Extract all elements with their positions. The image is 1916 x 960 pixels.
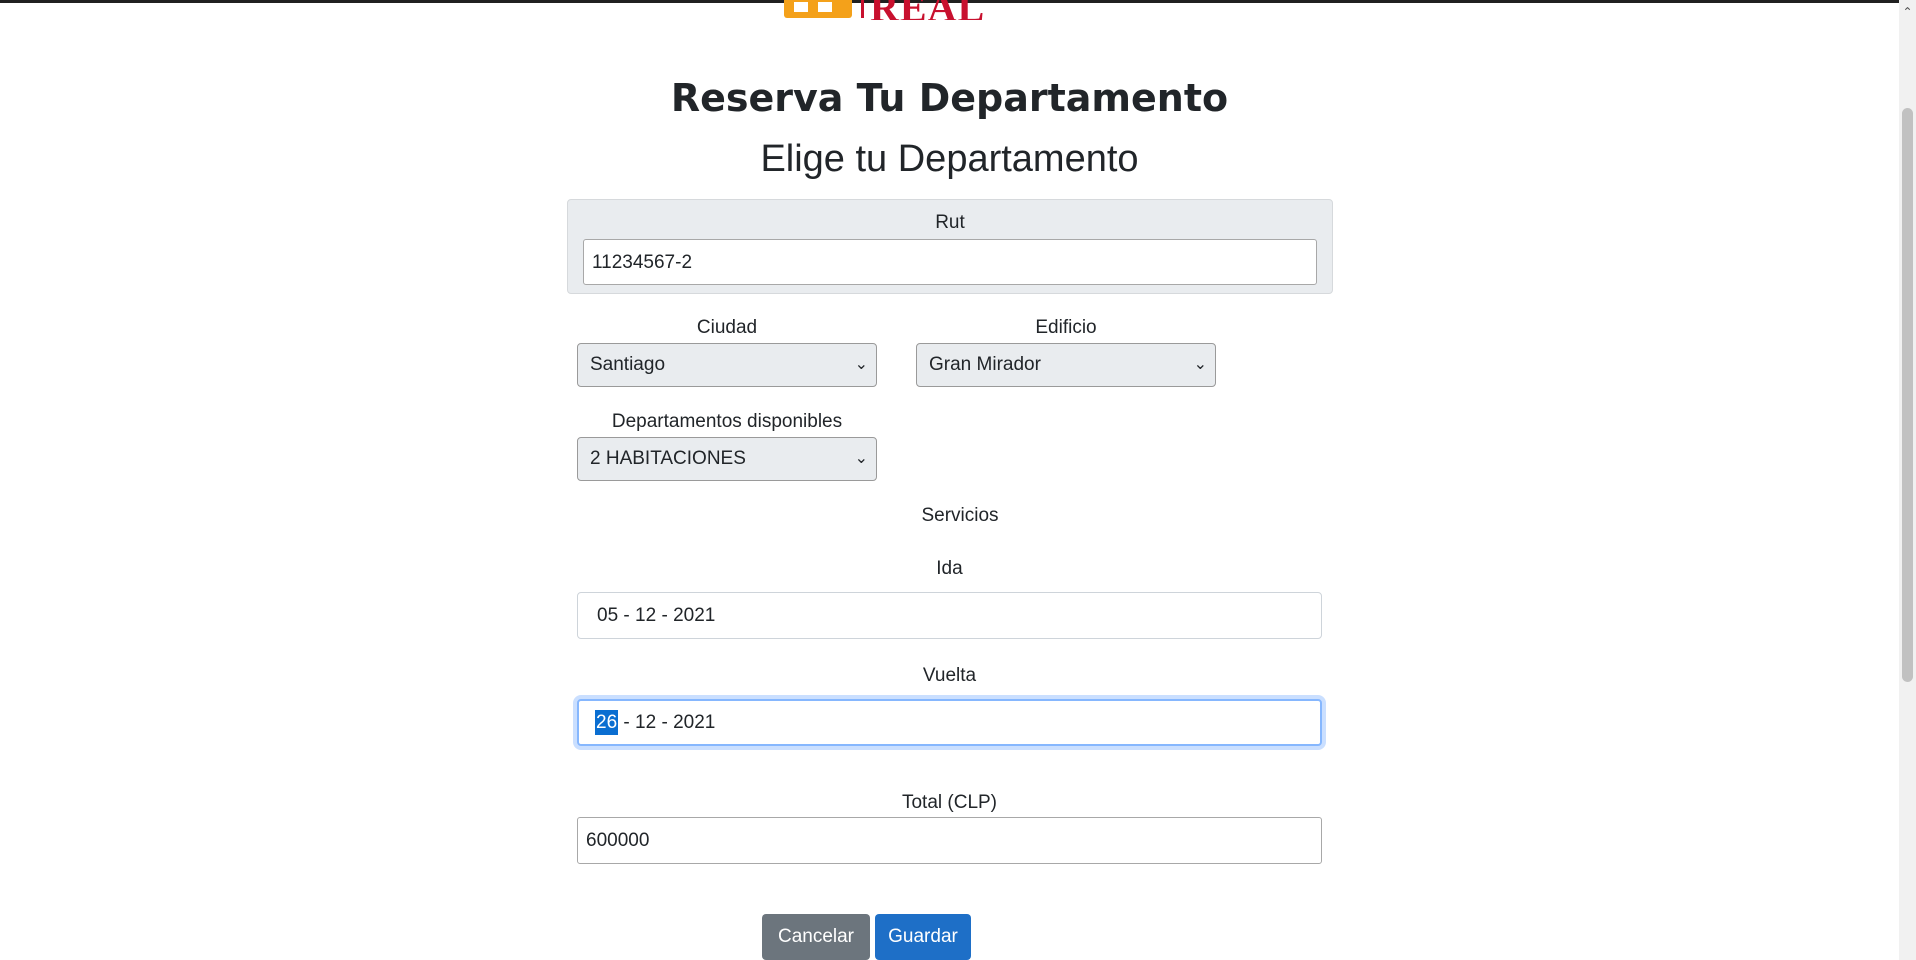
servicios-label: Servicios [921, 505, 999, 526]
page-title: Reserva Tu Departamento [670, 76, 1229, 120]
edificio-select[interactable]: Gran Mirador ⌄ [916, 343, 1216, 387]
departamentos-select[interactable]: 2 HABITACIONES ⌄ [577, 437, 877, 481]
vuelta-date-input[interactable]: 26 - 12 - 2021 [577, 699, 1322, 746]
departamentos-label: Departamentos disponibles [611, 411, 843, 432]
chevron-down-icon: ⌄ [854, 450, 868, 467]
departamentos-selected-value: 2 HABITACIONES [590, 448, 746, 469]
chevron-down-icon: ⌄ [854, 356, 868, 373]
logo-divider [861, 0, 864, 18]
rut-label: Rut [935, 212, 965, 233]
ida-label: Ida [936, 558, 963, 579]
page: REAL Reserva Tu Departamento Elige tu De… [0, 0, 1916, 960]
total-input[interactable]: 600000 [577, 817, 1322, 864]
page-subtitle: Elige tu Departamento [760, 138, 1139, 180]
vuelta-day[interactable]: 26 [595, 710, 619, 735]
vuelta-label: Vuelta [922, 665, 977, 686]
edificio-selected-value: Gran Mirador [929, 354, 1041, 375]
chevron-down-icon: ⌄ [1193, 356, 1207, 373]
ida-day[interactable]: 05 [597, 605, 618, 626]
cancel-button[interactable]: Cancelar [762, 914, 870, 960]
scroll-up-arrow-icon[interactable]: ⌃ [1899, 4, 1916, 21]
logo: REAL [782, 0, 1022, 20]
ciudad-label: Ciudad [696, 317, 758, 338]
edificio-label: Edificio [1035, 317, 1097, 338]
ciudad-selected-value: Santiago [590, 354, 666, 375]
logo-icon [784, 0, 852, 18]
ciudad-select[interactable]: Santiago ⌄ [577, 343, 877, 387]
vuelta-month[interactable]: 12 [635, 712, 656, 733]
save-button[interactable]: Guardar [875, 914, 971, 960]
scrollbar[interactable]: ⌃ [1899, 0, 1916, 960]
logo-text: REAL [870, 0, 985, 20]
total-label: Total (CLP) [901, 792, 998, 813]
ida-year[interactable]: 2021 [673, 605, 715, 626]
vuelta-year[interactable]: 2021 [673, 712, 715, 733]
ida-month[interactable]: 12 [635, 605, 656, 626]
scrollbar-thumb[interactable] [1902, 108, 1913, 682]
ida-date-input[interactable]: 05 - 12 - 2021 [577, 592, 1322, 639]
rut-input[interactable]: 11234567-2 [583, 239, 1317, 285]
